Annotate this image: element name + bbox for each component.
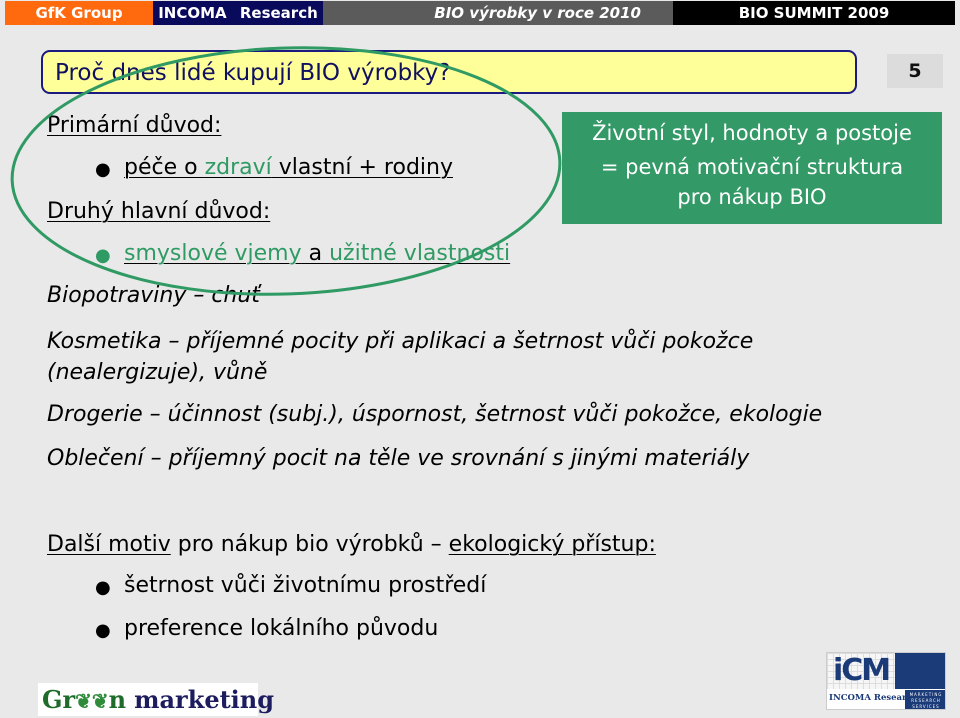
primary-reason-part3: vlastní + rodiny	[271, 155, 453, 180]
eco-bullet-2: preference lokálního původu	[124, 616, 439, 641]
logo-text-gr: Gr	[42, 685, 76, 714]
logo-text-n: n	[108, 685, 127, 714]
eco-heading-part2: pro nákup bio výrobků –	[170, 532, 449, 557]
eco-bullet-1: šetrnost vůči životnímu prostředí	[124, 573, 487, 598]
category-cosmetics-cont: (nealergizuje), vůně	[47, 360, 268, 385]
category-clothing: Oblečení – příjemný pocit na těle ve sro…	[47, 446, 750, 471]
slide-question: Proč dnes lidé kupují BIO výrobky?	[41, 50, 857, 94]
highlight-ellipse	[10, 46, 562, 296]
category-cosmetics: Kosmetika – příjemné pocity při aplikaci…	[47, 329, 754, 354]
callout-line-2: = pevná motivační struktura	[600, 155, 904, 179]
header-presentation-title: BIO výrobky v roce 2010	[323, 1, 673, 25]
eco-heading-part3: ekologický přístup:	[448, 532, 656, 557]
secondary-reason-item: smyslové vjemy a užitné vlastnosti	[124, 241, 510, 266]
icm-services: MARKETING RESEARCH SERVICES	[905, 690, 945, 709]
category-drugstore: Drogerie – účinnost (subj.), úspornost, …	[47, 402, 823, 427]
header-event: BIO SUMMIT 2009	[673, 1, 955, 25]
leaf-icon: ❦❦	[75, 689, 109, 713]
primary-reason-heading: Primární důvod:	[47, 113, 222, 138]
eco-heading-part1: Další motiv	[47, 532, 171, 557]
primary-reason-item: péče o zdraví vlastní + rodiny	[124, 155, 453, 180]
callout-line-1: Životní styl, hodnoty a postoje	[592, 121, 912, 145]
secondary-reason-part1: smyslové vjemy	[124, 241, 302, 266]
secondary-reason-heading: Druhý hlavní důvod:	[47, 199, 271, 224]
incoma-research-logo: iCM INCOMA Research MARKETING RESEARCH S…	[826, 652, 946, 710]
callout-line-3: pro nákup BIO	[677, 185, 827, 209]
header-company: GfK Group	[5, 1, 153, 25]
icm-block	[895, 653, 945, 689]
icm-letters: iCM	[833, 653, 891, 688]
page-number: 5	[887, 54, 943, 88]
green-marketing-logo: Gr❦❦n marketing	[38, 683, 274, 716]
logo-text-marketing: marketing	[134, 685, 275, 714]
bullet-icon: ●	[95, 577, 111, 598]
header-bar: GfK Group INCOMA Research BIO výrobky v …	[5, 1, 955, 25]
bullet-icon: ●	[95, 620, 111, 641]
motivation-callout: Životní styl, hodnoty a postoje = pevná …	[562, 112, 942, 224]
bullet-icon: ●	[95, 245, 111, 266]
category-food: Biopotraviny – chuť	[47, 283, 260, 308]
header-agency: INCOMA Research	[153, 1, 323, 25]
eco-heading: Další motiv pro nákup bio výrobků – ekol…	[47, 532, 656, 557]
bullet-icon: ●	[95, 159, 111, 180]
primary-reason-highlight: zdraví	[204, 155, 272, 180]
primary-reason-part1: péče o	[124, 155, 205, 180]
secondary-reason-part2: a	[301, 241, 330, 266]
secondary-reason-part3: užitné vlastnosti	[329, 241, 511, 266]
